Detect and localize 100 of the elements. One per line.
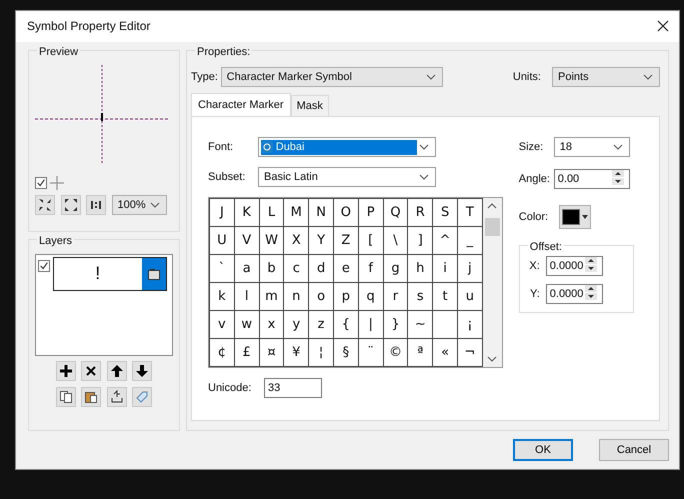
- copy-button[interactable]: [56, 386, 76, 407]
- character-cell[interactable]: £: [234, 338, 260, 367]
- crosshair-checkbox[interactable]: [35, 176, 47, 189]
- chevron-down-icon[interactable]: [487, 355, 498, 364]
- character-cell[interactable]: ¤: [259, 338, 284, 367]
- character-cell[interactable]: o: [308, 282, 334, 311]
- type-dropdown[interactable]: Character Marker Symbol: [220, 66, 443, 87]
- character-cell[interactable]: M: [284, 198, 309, 227]
- character-cell[interactable]: n: [284, 282, 309, 311]
- units-dropdown[interactable]: Points: [552, 66, 660, 87]
- unicode-field[interactable]: 33: [264, 378, 322, 398]
- character-cell[interactable]: \: [383, 226, 408, 255]
- character-cell[interactable]: O: [333, 198, 358, 227]
- add-button[interactable]: [56, 361, 76, 382]
- character-cell[interactable]: ©: [383, 338, 408, 367]
- full-extent-button[interactable]: [60, 195, 80, 216]
- chevron-up-icon[interactable]: [487, 202, 498, 210]
- character-cell[interactable]: _: [457, 226, 482, 255]
- tag-button[interactable]: [132, 386, 152, 407]
- character-cell[interactable]: Y: [308, 226, 334, 255]
- character-cell[interactable]: p: [333, 282, 358, 311]
- character-cell[interactable]: a: [234, 254, 260, 283]
- character-cell[interactable]: ª: [408, 338, 433, 367]
- character-cell[interactable]: j: [457, 254, 482, 283]
- character-cell[interactable]: m: [259, 282, 284, 311]
- character-cell[interactable]: z: [308, 310, 334, 339]
- load-button[interactable]: [106, 386, 127, 407]
- tab[interactable]: Mask: [290, 94, 329, 116]
- character-cell[interactable]: V: [234, 226, 260, 255]
- character-cell[interactable]: r: [383, 282, 408, 311]
- character-cell[interactable]: ¬: [457, 338, 482, 367]
- character-cell[interactable]: T: [457, 198, 482, 227]
- character-cell[interactable]: g: [383, 254, 408, 283]
- character-cell[interactable]: d: [308, 254, 334, 283]
- spin-down-icon[interactable]: [584, 293, 597, 300]
- character-cell[interactable]: e: [333, 254, 358, 283]
- dialog-button[interactable]: OK: [513, 438, 573, 461]
- character-cell[interactable]: W: [259, 226, 284, 255]
- character-cell[interactable]: S: [432, 198, 458, 227]
- remove-button[interactable]: [81, 361, 102, 382]
- size-dropdown[interactable]: 18: [554, 137, 630, 158]
- layer-item[interactable]: !: [52, 256, 167, 291]
- character-cell[interactable]: J: [210, 198, 234, 227]
- layer-checkbox[interactable]: [38, 260, 50, 272]
- character-cell[interactable]: [: [358, 226, 384, 255]
- color-picker[interactable]: [558, 205, 591, 230]
- character-cell[interactable]: `: [210, 254, 234, 283]
- character-cell[interactable]: X: [284, 226, 309, 255]
- character-cell[interactable]: u: [457, 282, 482, 311]
- tab[interactable]: Character Marker: [191, 92, 291, 116]
- character-cell[interactable]: ]: [408, 226, 433, 255]
- character-cell[interactable]: L: [259, 198, 284, 227]
- character-cell[interactable]: b: [259, 254, 284, 283]
- spin-up-icon[interactable]: [584, 257, 597, 264]
- character-cell[interactable]: R: [408, 198, 433, 227]
- character-cell[interactable]: Z: [333, 226, 358, 255]
- character-cell[interactable]: ¨: [358, 338, 384, 367]
- character-cell[interactable]: «: [432, 338, 458, 367]
- character-cell[interactable]: v: [210, 310, 234, 339]
- spin-down-icon[interactable]: [584, 265, 597, 272]
- scrollbar[interactable]: [482, 198, 502, 368]
- zoom-dropdown[interactable]: 100%: [112, 195, 166, 216]
- offset-y-field[interactable]: 0.0000: [546, 284, 603, 304]
- character-cell[interactable]: q: [358, 282, 384, 311]
- actual-size-button[interactable]: [86, 195, 106, 216]
- spin-up-icon[interactable]: [584, 285, 597, 292]
- move-down-button[interactable]: [132, 361, 152, 382]
- character-cell[interactable]: s: [408, 282, 433, 311]
- character-cell[interactable]: ^: [432, 226, 458, 255]
- character-cell[interactable]: ¡: [457, 310, 482, 339]
- character-cell[interactable]: P: [358, 198, 384, 227]
- character-cell[interactable]: ¢: [210, 338, 234, 367]
- character-cell[interactable]: k: [210, 282, 234, 311]
- scrollbar-thumb[interactable]: [484, 218, 500, 236]
- spin-down-icon[interactable]: [612, 178, 624, 186]
- angle-field[interactable]: 0.00: [554, 169, 630, 190]
- paste-button[interactable]: [81, 386, 102, 407]
- character-cell[interactable]: f: [358, 254, 384, 283]
- character-cell[interactable]: x: [259, 310, 284, 339]
- character-cell[interactable]: y: [284, 310, 309, 339]
- character-cell[interactable]: |: [358, 310, 384, 339]
- character-cell[interactable]: ¦: [308, 338, 334, 367]
- font-dropdown[interactable]: Dubai: [258, 137, 436, 158]
- character-cell[interactable]: K: [234, 198, 260, 227]
- character-cell[interactable]: Q: [383, 198, 408, 227]
- fit-button[interactable]: [35, 195, 55, 216]
- dialog-button[interactable]: Cancel: [599, 438, 669, 461]
- spin-up-icon[interactable]: [612, 170, 624, 178]
- character-cell[interactable]: U: [210, 226, 234, 255]
- character-cell[interactable]: t: [432, 282, 458, 311]
- character-cell[interactable]: ¥: [284, 338, 309, 367]
- character-cell[interactable]: c: [284, 254, 309, 283]
- character-cell[interactable]: N: [308, 198, 334, 227]
- move-up-button[interactable]: [106, 361, 127, 382]
- character-cell[interactable]: }: [383, 310, 408, 339]
- character-cell[interactable]: {: [333, 310, 358, 339]
- close-icon[interactable]: [657, 20, 669, 32]
- folder-icon[interactable]: [148, 268, 160, 280]
- empty-cell[interactable]: [432, 310, 458, 339]
- character-cell[interactable]: i: [432, 254, 458, 283]
